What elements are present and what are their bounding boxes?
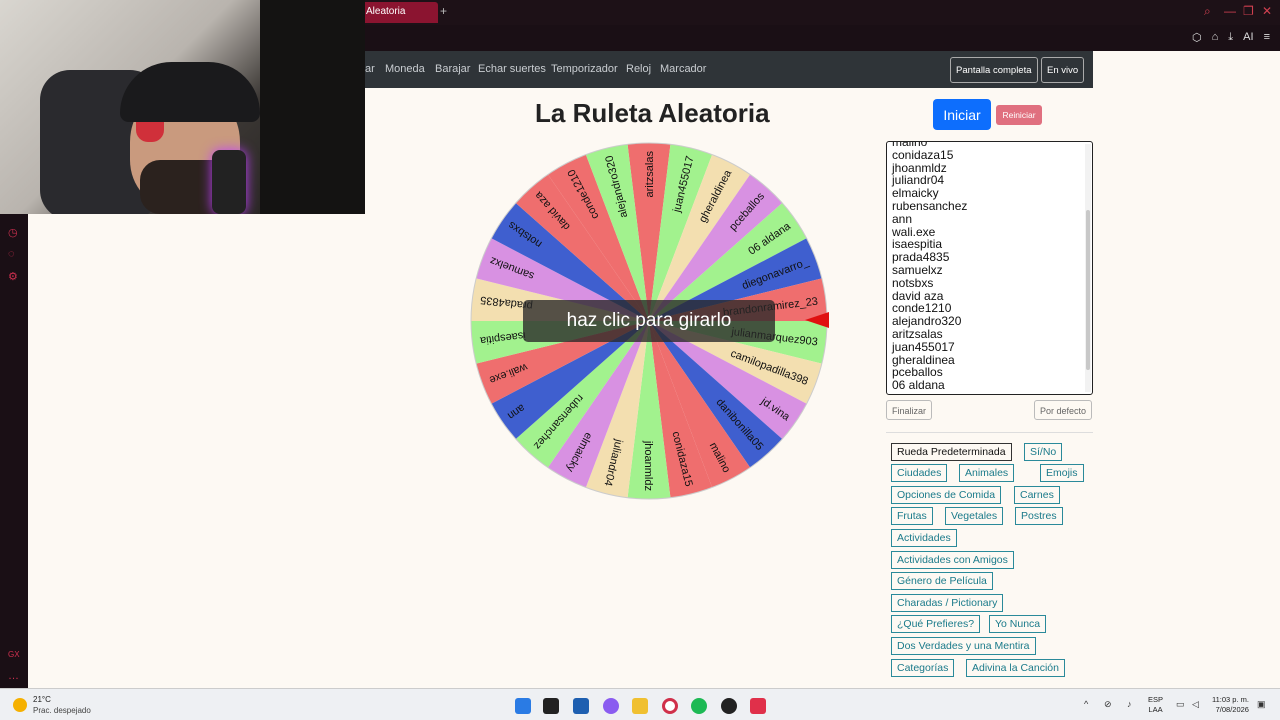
task-view-icon[interactable] (543, 698, 559, 714)
divider (886, 432, 1093, 433)
tray-volume-icon[interactable]: ◁ (1192, 699, 1199, 710)
preset-categories[interactable]: Categorías (891, 659, 955, 677)
active-tab[interactable]: Aleatoria (360, 2, 438, 23)
settings-icon[interactable]: ⚙ (8, 270, 18, 283)
preset-charades[interactable]: Charadas / Pictionary (891, 594, 1004, 612)
webcam-background (260, 0, 365, 214)
name-entry: 06 aldana (892, 378, 945, 393)
close-icon[interactable]: ✕ (1262, 4, 1272, 18)
default-button[interactable]: Por defecto (1034, 400, 1093, 420)
file-explorer-icon[interactable] (632, 698, 648, 714)
preset-yes-no[interactable]: Sí/No (1024, 443, 1063, 461)
clock-date: 7/08/2026 (1215, 705, 1249, 714)
tray-network-off-icon[interactable]: ⊘ (1104, 699, 1112, 710)
webcam-overlay (0, 0, 365, 214)
main-content: La Ruleta Aleatoria Iniciar Reiniciar ar… (365, 88, 1093, 688)
weather-temperature[interactable]: 21°C (33, 695, 51, 704)
toolbar: ⬡ ⌂ ⤓ AI ≡ (1192, 31, 1270, 44)
language-indicator[interactable]: ESP LAA (1148, 695, 1163, 715)
windows-start-icon[interactable] (515, 698, 531, 714)
live-button[interactable]: En vivo (1041, 57, 1085, 83)
name-entry: notsbxs (892, 275, 934, 290)
taskbar: 21°C Prac. despejado ^ ⊘ ♪ ESP LAA ▭ ◁ 1… (0, 688, 1280, 720)
nav-link-ruleta[interactable]: ar (365, 63, 375, 75)
names-list: malino conidaza15 jhoanmldz juliandr04 elmai… (892, 142, 968, 393)
minimize-icon[interactable]: — (1224, 4, 1236, 18)
fullscreen-button[interactable]: Pantalla completa (950, 57, 1038, 83)
wheel-label: jhoanmldz (642, 440, 654, 491)
tray-display-icon[interactable]: ▭ (1176, 699, 1185, 710)
preset-activities[interactable]: Actividades (891, 529, 957, 547)
preset-animals[interactable]: Animales (959, 464, 1015, 482)
tiktok-icon[interactable] (750, 698, 766, 714)
snapshot-icon[interactable]: ⌂ (1212, 31, 1219, 44)
name-entry: ann (892, 211, 913, 226)
search-icon[interactable]: ⌕ (1204, 4, 1211, 19)
site-nav: ar Moneda Barajar Echar suertes Temporiz… (365, 51, 1093, 88)
nav-link-echar-suertes[interactable]: Echar suertes (478, 63, 546, 75)
finish-button[interactable]: Finalizar (886, 400, 933, 420)
preset-default-wheel[interactable]: Rueda Predeterminada (891, 443, 1012, 461)
page-margin (1093, 51, 1280, 688)
page-title: La Ruleta Aleatoria (535, 98, 770, 128)
nav-link-reloj[interactable]: Reloj (626, 63, 651, 75)
tray-chevron-icon[interactable]: ^ (1084, 699, 1088, 709)
language-code: ESP (1148, 695, 1164, 704)
notifications-icon[interactable]: ▣ (1257, 699, 1266, 710)
nav-link-moneda[interactable]: Moneda (385, 63, 425, 75)
scrollbar-thumb[interactable] (1086, 210, 1090, 370)
preset-vegetables[interactable]: Vegetales (945, 507, 1004, 525)
preset-desserts[interactable]: Postres (1015, 507, 1063, 525)
start-button[interactable]: Iniciar (933, 99, 991, 130)
webcam-microphone (212, 150, 246, 214)
clock-time: 11:03 p. m. (1212, 695, 1249, 704)
preset-never-have-i[interactable]: Yo Nunca (989, 615, 1047, 633)
preset-meats[interactable]: Carnes (1014, 486, 1060, 504)
name-entry: samuelxz (892, 262, 943, 277)
preset-guess-song[interactable]: Adivina la Canción (966, 659, 1065, 677)
extensions-icon[interactable]: ⬡ (1192, 31, 1202, 44)
new-tab-button[interactable]: + (440, 4, 447, 18)
maximize-icon[interactable]: ❐ (1243, 4, 1254, 18)
opera-gx-icon[interactable] (662, 698, 678, 714)
obs-icon[interactable] (721, 698, 737, 714)
weather-icon[interactable] (13, 698, 27, 712)
preset-movie-genre[interactable]: Género de Película (891, 572, 993, 590)
wheel-label: aritzsalas (644, 151, 656, 198)
nav-link-barajar[interactable]: Barajar (435, 63, 470, 75)
tray-mic-icon[interactable]: ♪ (1127, 699, 1132, 709)
name-entry: rubensanchez (892, 198, 968, 213)
store-icon[interactable] (573, 698, 589, 714)
spotify-icon[interactable] (691, 698, 707, 714)
gx-icon[interactable]: GX (8, 650, 20, 659)
preset-fruits[interactable]: Frutas (891, 507, 933, 525)
preset-would-you-rather[interactable]: ¿Qué Prefieres? (891, 615, 981, 633)
copilot-icon[interactable] (603, 698, 619, 714)
clock[interactable]: 11:03 p. m. 7/08/2026 (1212, 695, 1249, 715)
reset-button[interactable]: Reiniciar (996, 105, 1042, 125)
preset-friends-activities[interactable]: Actividades con Amigos (891, 551, 1014, 569)
keyboard-layout: LAA (1148, 705, 1163, 714)
messenger-icon[interactable]: ◌ (8, 248, 15, 260)
weather-description[interactable]: Prac. despejado (33, 706, 91, 715)
history-icon[interactable]: ◷ (8, 226, 18, 239)
preset-food[interactable]: Opciones de Comida (891, 486, 1002, 504)
nav-link-marcador[interactable]: Marcador (660, 63, 706, 75)
browser-sidebar: ◷ ◌ ⚙ GX … (0, 214, 28, 688)
download-icon[interactable]: ⤓ (1228, 31, 1233, 44)
preset-cities[interactable]: Ciudades (891, 464, 948, 482)
webcam-cap (120, 62, 260, 122)
name-entry: aritzsalas (892, 326, 943, 341)
ai-icon[interactable]: AI (1243, 31, 1253, 44)
nav-link-temporizador[interactable]: Temporizador (551, 63, 618, 75)
names-textarea[interactable]: malino conidaza15 jhoanmldz juliandr04 elmai… (886, 141, 1093, 395)
menu-icon[interactable]: ≡ (1264, 31, 1270, 44)
name-entry: conidaza15 (892, 147, 954, 162)
preset-two-truths[interactable]: Dos Verdades y una Mentira (891, 637, 1036, 655)
more-icon[interactable]: … (8, 670, 19, 682)
preset-emojis[interactable]: Emojis (1040, 464, 1084, 482)
spin-hint[interactable]: haz clic para girarlo (523, 300, 775, 342)
name-entry: juan455017 (892, 339, 955, 354)
